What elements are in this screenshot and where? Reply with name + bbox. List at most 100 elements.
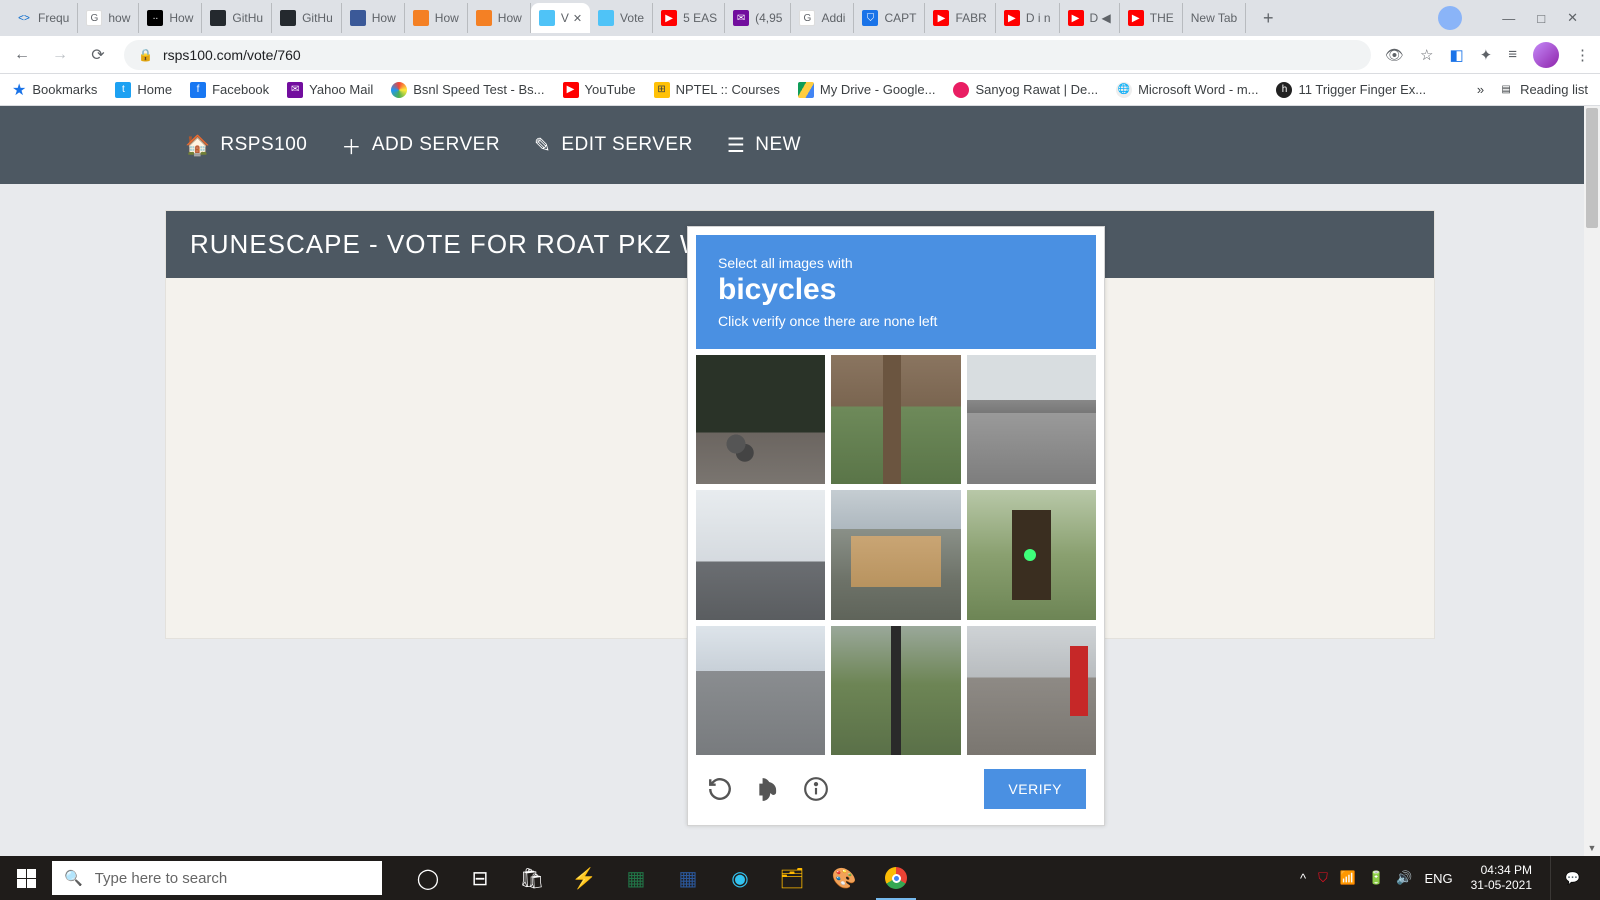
bookmark-item[interactable]: fFacebook [190,82,269,98]
recaptcha-info-button[interactable] [802,775,830,803]
wifi-icon[interactable]: 📶 [1340,870,1356,886]
window-minimize-button[interactable]: — [1502,11,1515,26]
start-button[interactable] [0,856,52,900]
recaptcha-tile[interactable] [696,626,825,755]
tab[interactable]: ▶5 EAS [653,3,725,33]
bookmark-star-icon[interactable]: ☆ [1420,46,1433,64]
tab[interactable]: ⛉CAPT [854,3,925,33]
bookmark-label: Bookmarks [32,82,97,97]
ms-store-icon[interactable]: 🛍 [508,856,556,900]
nav-reload-button[interactable]: ⟳ [86,43,110,67]
language-indicator[interactable]: ENG [1424,871,1452,886]
window-close-button[interactable]: ✕ [1567,10,1578,26]
omnibox[interactable]: 🔒 rsps100.com/vote/760 [124,40,1371,70]
word-icon[interactable]: ▦ [664,856,712,900]
tab[interactable]: ▶D ◀ [1060,3,1120,33]
favicon-github-icon [210,10,226,26]
recaptcha-tile[interactable] [831,355,960,484]
nav-home[interactable]: 🏠RSPS100 [185,133,307,158]
action-center-button[interactable]: 💬 [1550,856,1594,900]
tab-close-icon[interactable]: ✕ [573,12,582,25]
tab[interactable]: Vote [590,3,653,33]
bookmark-item[interactable]: h11 Trigger Finger Ex... [1276,82,1426,98]
recaptcha-tile[interactable] [967,490,1096,619]
tab[interactable]: ▶THE [1120,3,1183,33]
volume-icon[interactable]: 🔊 [1396,870,1412,886]
profile-avatar-icon[interactable] [1533,42,1559,68]
tab[interactable]: ∙∙How [139,3,202,33]
tab[interactable]: ✉(4,95 [725,3,791,33]
reading-list-icon[interactable]: ≡ [1508,46,1517,63]
taskbar-clock[interactable]: 04:34 PM 31-05-2021 [1465,863,1538,893]
tab[interactable]: ▶D i n [996,3,1060,33]
tab[interactable]: GAddi [791,3,854,33]
address-bar-actions: 👁 ☆ ◧ ✦ ≡ ⋮ [1385,42,1590,68]
favicon-code-icon: <> [16,10,32,26]
bookmark-item[interactable]: ⊞NPTEL :: Courses [654,82,780,98]
nav-new[interactable]: ☰NEW [727,133,801,158]
tab-label: D ◀ [1090,11,1111,25]
task-view-icon[interactable]: ⊟ [456,856,504,900]
window-maximize-button[interactable]: □ [1537,11,1545,26]
paint-icon[interactable]: 🎨 [820,856,868,900]
reading-list-button[interactable]: ▤Reading list [1498,82,1588,98]
defender-icon[interactable]: ⛉ [1318,870,1328,886]
bookmark-item[interactable]: ▶YouTube [563,82,636,98]
scrollbar-track[interactable]: ▲ ▼ [1584,106,1600,856]
nav-back-button[interactable]: ← [10,43,34,67]
file-explorer-icon[interactable]: 🗂 [768,856,816,900]
excel-icon[interactable]: ▦ [612,856,660,900]
nav-edit-server[interactable]: ✎EDIT SERVER [534,133,693,158]
bookmark-item[interactable]: Sanyog Rawat | De... [953,82,1098,98]
recaptcha-tile[interactable] [696,355,825,484]
tab[interactable]: ▶FABR [925,3,995,33]
tab[interactable]: How [342,3,405,33]
battery-icon[interactable]: 🔋 [1368,870,1384,886]
recaptcha-tile[interactable] [696,490,825,619]
new-tab-button[interactable]: + [1254,4,1282,32]
chrome-menu-button[interactable]: ⋮ [1575,46,1590,64]
tab-label: 5 EAS [683,11,717,25]
chrome-icon[interactable] [872,856,920,900]
tab[interactable]: How [405,3,468,33]
tab[interactable]: GitHu [202,3,272,33]
eye-off-icon[interactable]: 👁 [1385,46,1404,64]
recaptcha-verify-button[interactable]: VERIFY [984,769,1086,809]
search-placeholder: Type here to search [95,870,228,887]
taskbar-search-input[interactable]: 🔍 Type here to search [52,861,382,895]
bookmark-item[interactable]: Bsnl Speed Test - Bs... [391,82,544,98]
tab-label: How [372,11,396,25]
tab[interactable]: Ghow [78,3,139,33]
cortana-icon[interactable]: ◯ [404,856,452,900]
chrome-account-icon[interactable] [1438,6,1462,30]
bookmark-item[interactable]: My Drive - Google... [798,82,936,98]
recaptcha-tile[interactable] [967,626,1096,755]
recaptcha-audio-button[interactable] [754,775,782,803]
tab[interactable]: How [468,3,531,33]
bookmark-item[interactable]: ✉Yahoo Mail [287,82,373,98]
tab-active[interactable]: V✕ [531,3,590,33]
recaptcha-reload-button[interactable] [706,775,734,803]
bookmarks-overflow-button[interactable]: » [1477,82,1484,97]
power-automate-icon[interactable]: ⚡ [560,856,608,900]
tab[interactable]: <>Frequ [8,3,78,33]
nav-add-server[interactable]: ＋ADD SERVER [341,131,500,160]
bookmark-item[interactable]: 🌐Microsoft Word - m... [1116,82,1258,98]
extension-icon[interactable]: ◧ [1449,46,1463,64]
scrollbar-thumb[interactable] [1586,108,1598,228]
extensions-puzzle-icon[interactable]: ✦ [1480,46,1493,64]
tab[interactable]: New Tab [1183,3,1246,33]
bookmark-item[interactable]: tHome [115,82,172,98]
nav-label: EDIT SERVER [561,134,693,156]
bookmark-label: 11 Trigger Finger Ex... [1298,82,1426,97]
tray-overflow-icon[interactable]: ^ [1300,871,1306,886]
recaptcha-tile[interactable] [967,355,1096,484]
recaptcha-tile[interactable] [831,490,960,619]
nav-forward-button[interactable]: → [48,43,72,67]
bookmark-item[interactable]: ★Bookmarks [12,80,97,100]
tab[interactable]: GitHu [272,3,342,33]
edge-icon[interactable]: ◉ [716,856,764,900]
recaptcha-tile[interactable] [831,626,960,755]
yahoo-mail-icon: ✉ [287,82,303,98]
scroll-down-icon[interactable]: ▼ [1584,840,1600,856]
